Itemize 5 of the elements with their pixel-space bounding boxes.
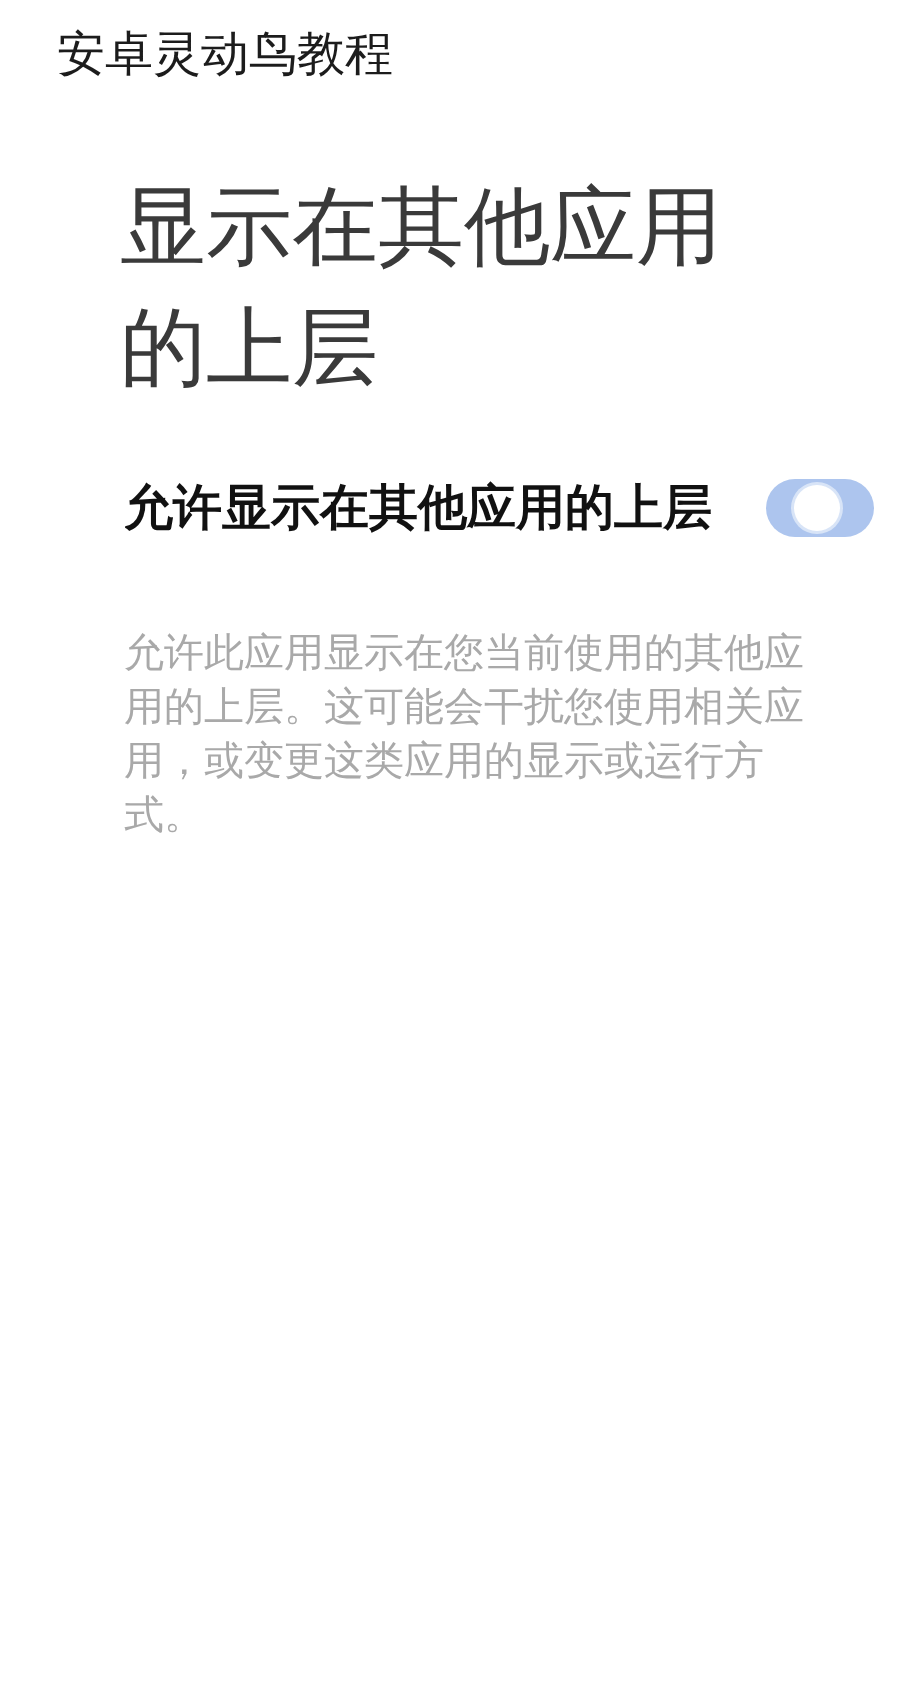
- toggle-switch[interactable]: [766, 479, 874, 537]
- description-text: 允许此应用显示在您当前使用的其他应用的上层。这可能会干扰您使用相关应用，或变更这类应用的显示或运行方式。: [124, 628, 805, 839]
- page-title: 显示在其他应用的上层: [120, 175, 723, 399]
- setting-label: 允许显示在其他应用的上层: [124, 479, 712, 537]
- caption-text: 安卓灵动鸟教程: [57, 28, 393, 78]
